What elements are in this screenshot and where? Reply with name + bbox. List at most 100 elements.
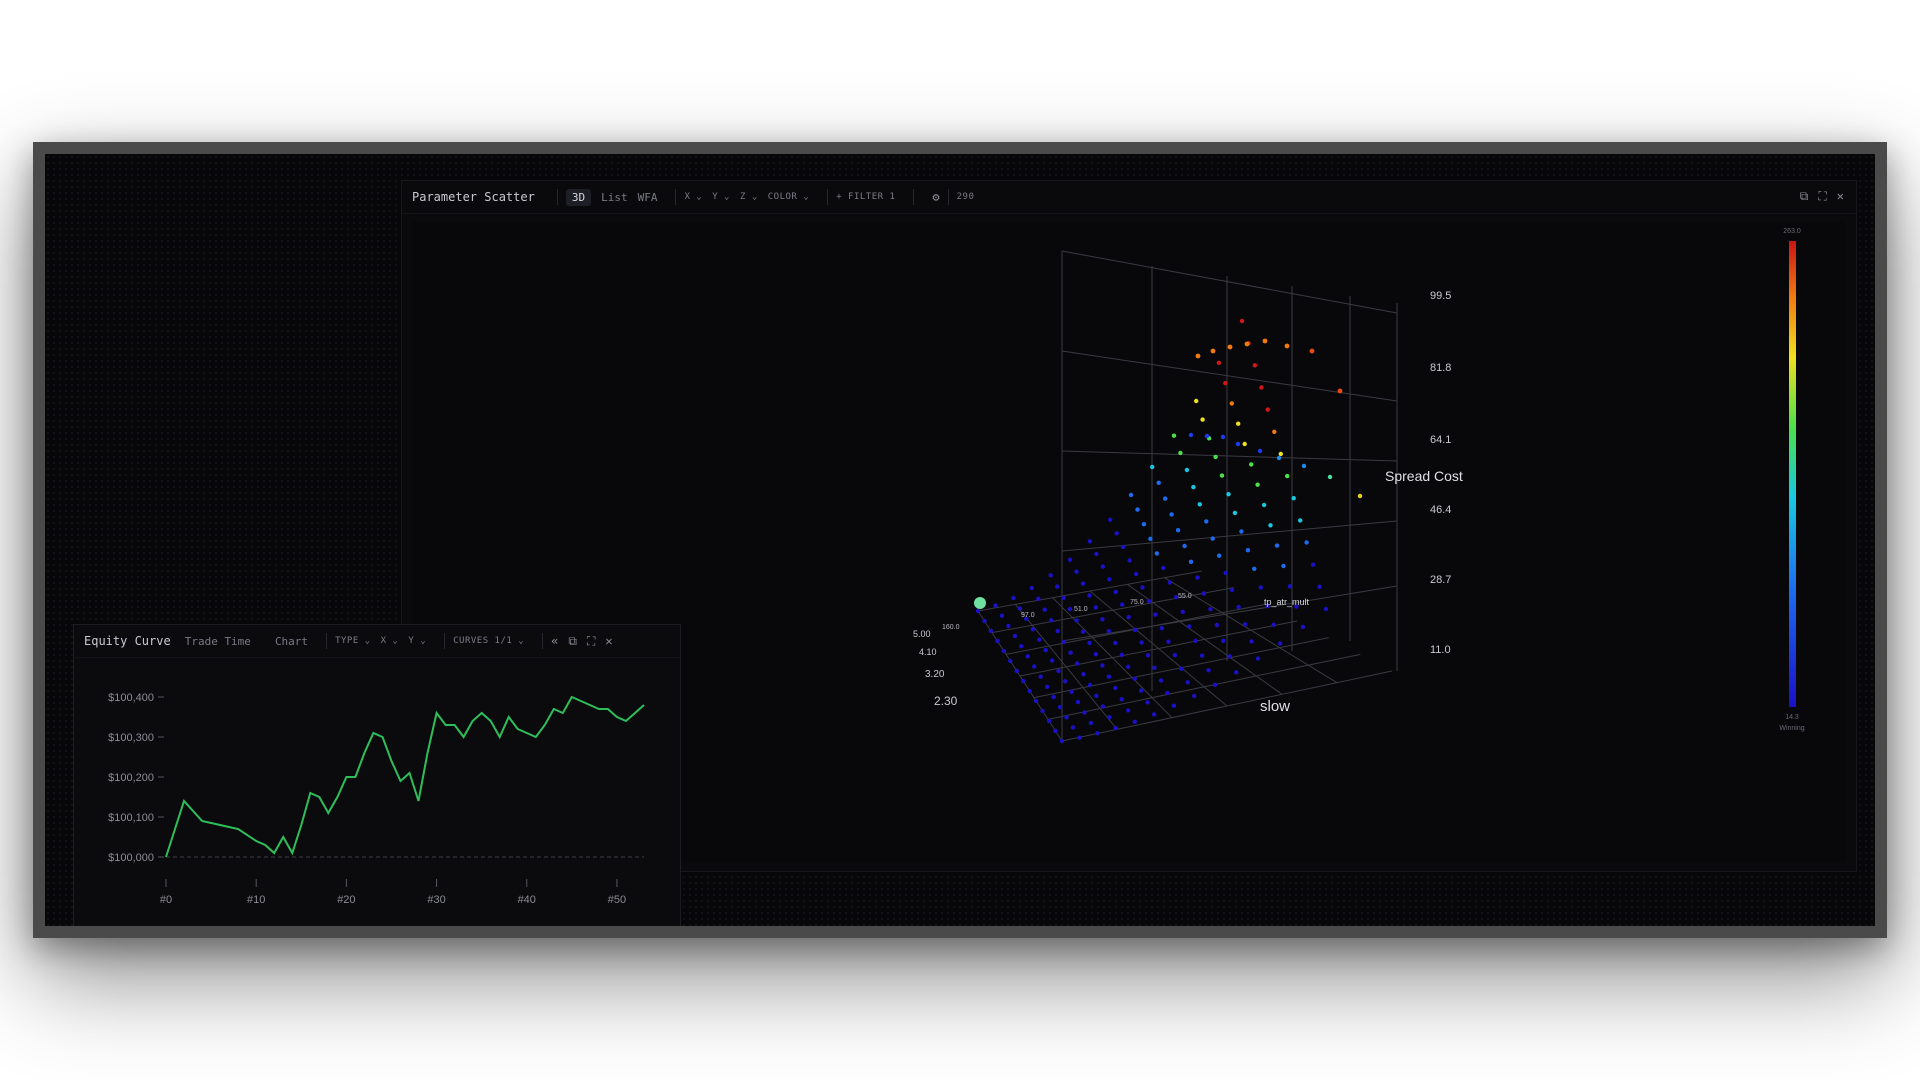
scatter-point xyxy=(1056,668,1061,674)
scatter-point xyxy=(1192,693,1197,699)
scatter-point xyxy=(1037,637,1042,642)
filter-button[interactable]: + FILTER 1 xyxy=(836,192,895,202)
scatter-point xyxy=(1271,622,1276,627)
scatter-point xyxy=(1171,433,1177,438)
tab-list[interactable]: List xyxy=(601,191,628,204)
scatter-point xyxy=(1186,624,1192,629)
scatter-point xyxy=(1172,653,1177,658)
scatter-point xyxy=(1075,699,1081,705)
scatter-point xyxy=(1161,565,1166,571)
scatter-point xyxy=(1014,668,1019,674)
scatter-point xyxy=(1179,666,1184,671)
scatter-point xyxy=(999,613,1005,618)
scatter-point xyxy=(1223,380,1228,386)
z-tick-label: 99.5 xyxy=(1430,290,1451,302)
scatter-point xyxy=(1337,388,1343,394)
tab-wfa[interactable]: WFA xyxy=(638,191,658,204)
scatter-point xyxy=(1113,640,1118,646)
scatter-point xyxy=(1284,343,1290,349)
tab-equity-curve[interactable]: Equity Curve xyxy=(84,634,171,648)
floor-tick-label: 97.0 xyxy=(1021,612,1035,619)
scatter-point xyxy=(1069,689,1074,694)
colorbar-min: 14.3 xyxy=(1785,714,1799,721)
scatter-point xyxy=(1087,682,1093,688)
scatter-point xyxy=(1272,429,1277,434)
scatter-point xyxy=(1139,640,1144,645)
scatter-point xyxy=(1001,648,1006,654)
tab-chart[interactable]: Chart xyxy=(275,635,308,648)
popout-icon[interactable]: ⧉ xyxy=(1800,189,1809,204)
scatter-point xyxy=(1150,464,1155,470)
scatter-point xyxy=(1191,484,1196,490)
scatter-point xyxy=(1132,627,1138,633)
scatter-toolbar: Parameter Scatter 3D List WFA X ⌄ Y ⌄ Z … xyxy=(402,181,1856,214)
close-icon[interactable]: ✕ xyxy=(605,634,612,648)
equity-chart[interactable]: $100,400 $100,300 $100,200 $100,100 $100,000… xyxy=(74,657,680,926)
scatter-point xyxy=(1055,628,1060,634)
floor-line xyxy=(1089,590,1228,707)
fullscreen-icon[interactable]: ⛶ xyxy=(1818,189,1826,204)
scatter-point xyxy=(1108,517,1113,522)
scatter-point xyxy=(1300,624,1306,630)
scatter-point xyxy=(1287,584,1293,589)
scatter-point xyxy=(1327,474,1333,480)
scatter-point xyxy=(1167,580,1172,585)
scatter-point xyxy=(1100,617,1105,622)
y-tick-label: $100,200 xyxy=(108,772,154,784)
scatter-point xyxy=(1034,698,1039,704)
type-dropdown[interactable]: TYPE ⌄ xyxy=(335,636,371,646)
fullscreen-icon[interactable]: ⛶ xyxy=(587,634,595,649)
z-tick-label: 28.7 xyxy=(1430,574,1451,586)
scatter-point xyxy=(1050,658,1055,663)
scatter-point xyxy=(1093,605,1099,610)
color-dropdown[interactable]: COLOR ⌄ xyxy=(768,192,809,202)
scatter-point xyxy=(1252,566,1257,571)
scatter-point xyxy=(1113,589,1118,595)
y-dropdown[interactable]: Y ⌄ xyxy=(408,636,426,646)
y-axis-inline-title: tp_atr_mult xyxy=(1264,597,1310,607)
settings-icon[interactable]: ⚙ xyxy=(932,190,939,204)
scatter-point xyxy=(1193,638,1198,644)
scatter-point xyxy=(1226,492,1231,497)
scatter-point xyxy=(1133,571,1139,577)
scatter-point xyxy=(1106,674,1112,679)
curves-dropdown[interactable]: CURVES 1/1 ⌄ xyxy=(453,636,524,646)
scatter-point xyxy=(1113,685,1118,691)
scatter-point xyxy=(1268,523,1273,528)
selected-point[interactable] xyxy=(974,597,986,609)
popout-icon[interactable]: ⧉ xyxy=(568,634,577,649)
scatter-point xyxy=(1113,725,1118,731)
scatter-point xyxy=(1281,563,1286,569)
scatter-point xyxy=(1064,715,1069,720)
y-dropdown[interactable]: Y ⌄ xyxy=(712,192,730,202)
scatter-point xyxy=(1154,551,1159,556)
scatter-point xyxy=(1027,688,1032,694)
x-tick-label: #40 xyxy=(518,894,536,906)
scatter-point xyxy=(1132,676,1137,681)
x-dropdown[interactable]: X ⌄ xyxy=(381,636,399,646)
scatter-point xyxy=(1242,441,1247,447)
wall-top xyxy=(1061,250,1398,314)
tab-trade-time[interactable]: Trade Time xyxy=(185,635,251,648)
scatter-point xyxy=(1053,728,1058,734)
collapse-icon[interactable]: « xyxy=(551,634,558,648)
tab-3d[interactable]: 3D xyxy=(565,188,592,206)
scatter-point xyxy=(1234,670,1239,675)
scatter-point xyxy=(1242,622,1248,627)
scatter-point xyxy=(1107,715,1112,720)
scatter-point xyxy=(1067,606,1073,612)
scatter-point xyxy=(1197,502,1202,507)
colorbar-max: 263.0 xyxy=(1783,228,1801,235)
scatter-point xyxy=(1276,455,1282,461)
y-tick-label: 2.30 xyxy=(934,694,958,708)
x-dropdown[interactable]: X ⌄ xyxy=(684,192,702,202)
scatter-point xyxy=(1178,450,1183,456)
equity-curve-panel: Equity Curve Trade Time Chart TYPE ⌄ X ⌄… xyxy=(73,624,681,926)
close-icon[interactable]: ✕ xyxy=(1837,189,1844,204)
scatter-point xyxy=(1204,433,1210,439)
z-dropdown[interactable]: Z ⌄ xyxy=(740,192,758,202)
scatter-point xyxy=(1141,522,1147,527)
scatter-point xyxy=(1051,694,1056,700)
scatter-point xyxy=(1040,708,1045,714)
scatter-point xyxy=(1310,562,1316,567)
